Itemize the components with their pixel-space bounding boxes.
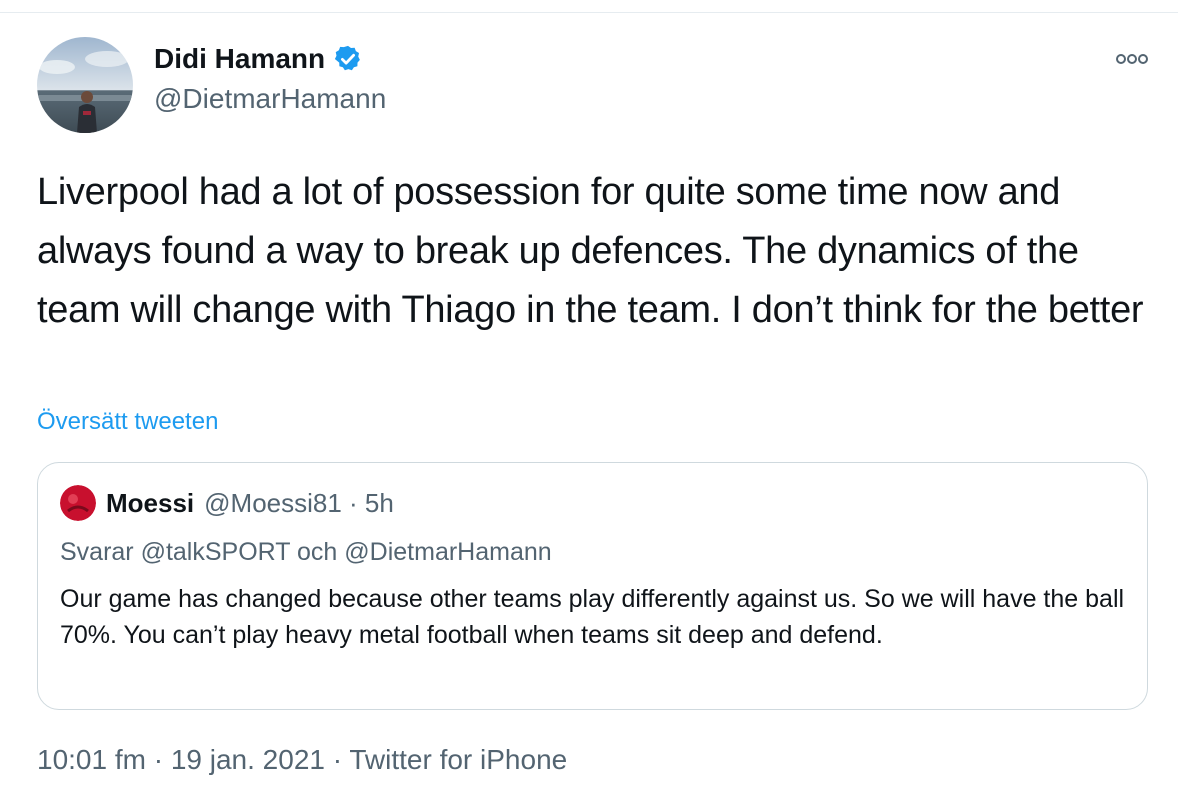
top-divider <box>0 12 1178 13</box>
author-name-row[interactable]: Didi Hamann <box>154 42 363 76</box>
author-name[interactable]: Didi Hamann <box>154 42 325 76</box>
quoted-tweet-text: Our game has changed because other teams… <box>60 585 1125 649</box>
tweet-text: Liverpool had a lot of possession for qu… <box>37 171 1144 331</box>
translate-tweet-link[interactable]: Översätt tweeten <box>37 407 218 437</box>
quoted-author-avatar <box>60 485 96 521</box>
quoted-reply-context: Svarar @talkSPORT och @DietmarHamann <box>60 538 552 566</box>
quoted-tweet-card[interactable]: Moessi @Moessi81 · 5h Svarar @talkSPORT … <box>37 462 1148 710</box>
quoted-author-name: Moessi <box>106 488 195 518</box>
quoted-author-meta: @Moessi81 · 5h <box>204 488 394 518</box>
author-handle[interactable]: @DietmarHamann <box>154 82 386 116</box>
quoted-tweet-header: Moessi @Moessi81 · 5h <box>60 485 394 521</box>
tweet-timestamp-source[interactable]: 10:01 fm · 19 jan. 2021 · Twitter for iP… <box>37 743 567 777</box>
more-icon[interactable] <box>1115 52 1149 66</box>
verified-icon <box>333 44 363 74</box>
author-avatar[interactable] <box>37 37 133 133</box>
